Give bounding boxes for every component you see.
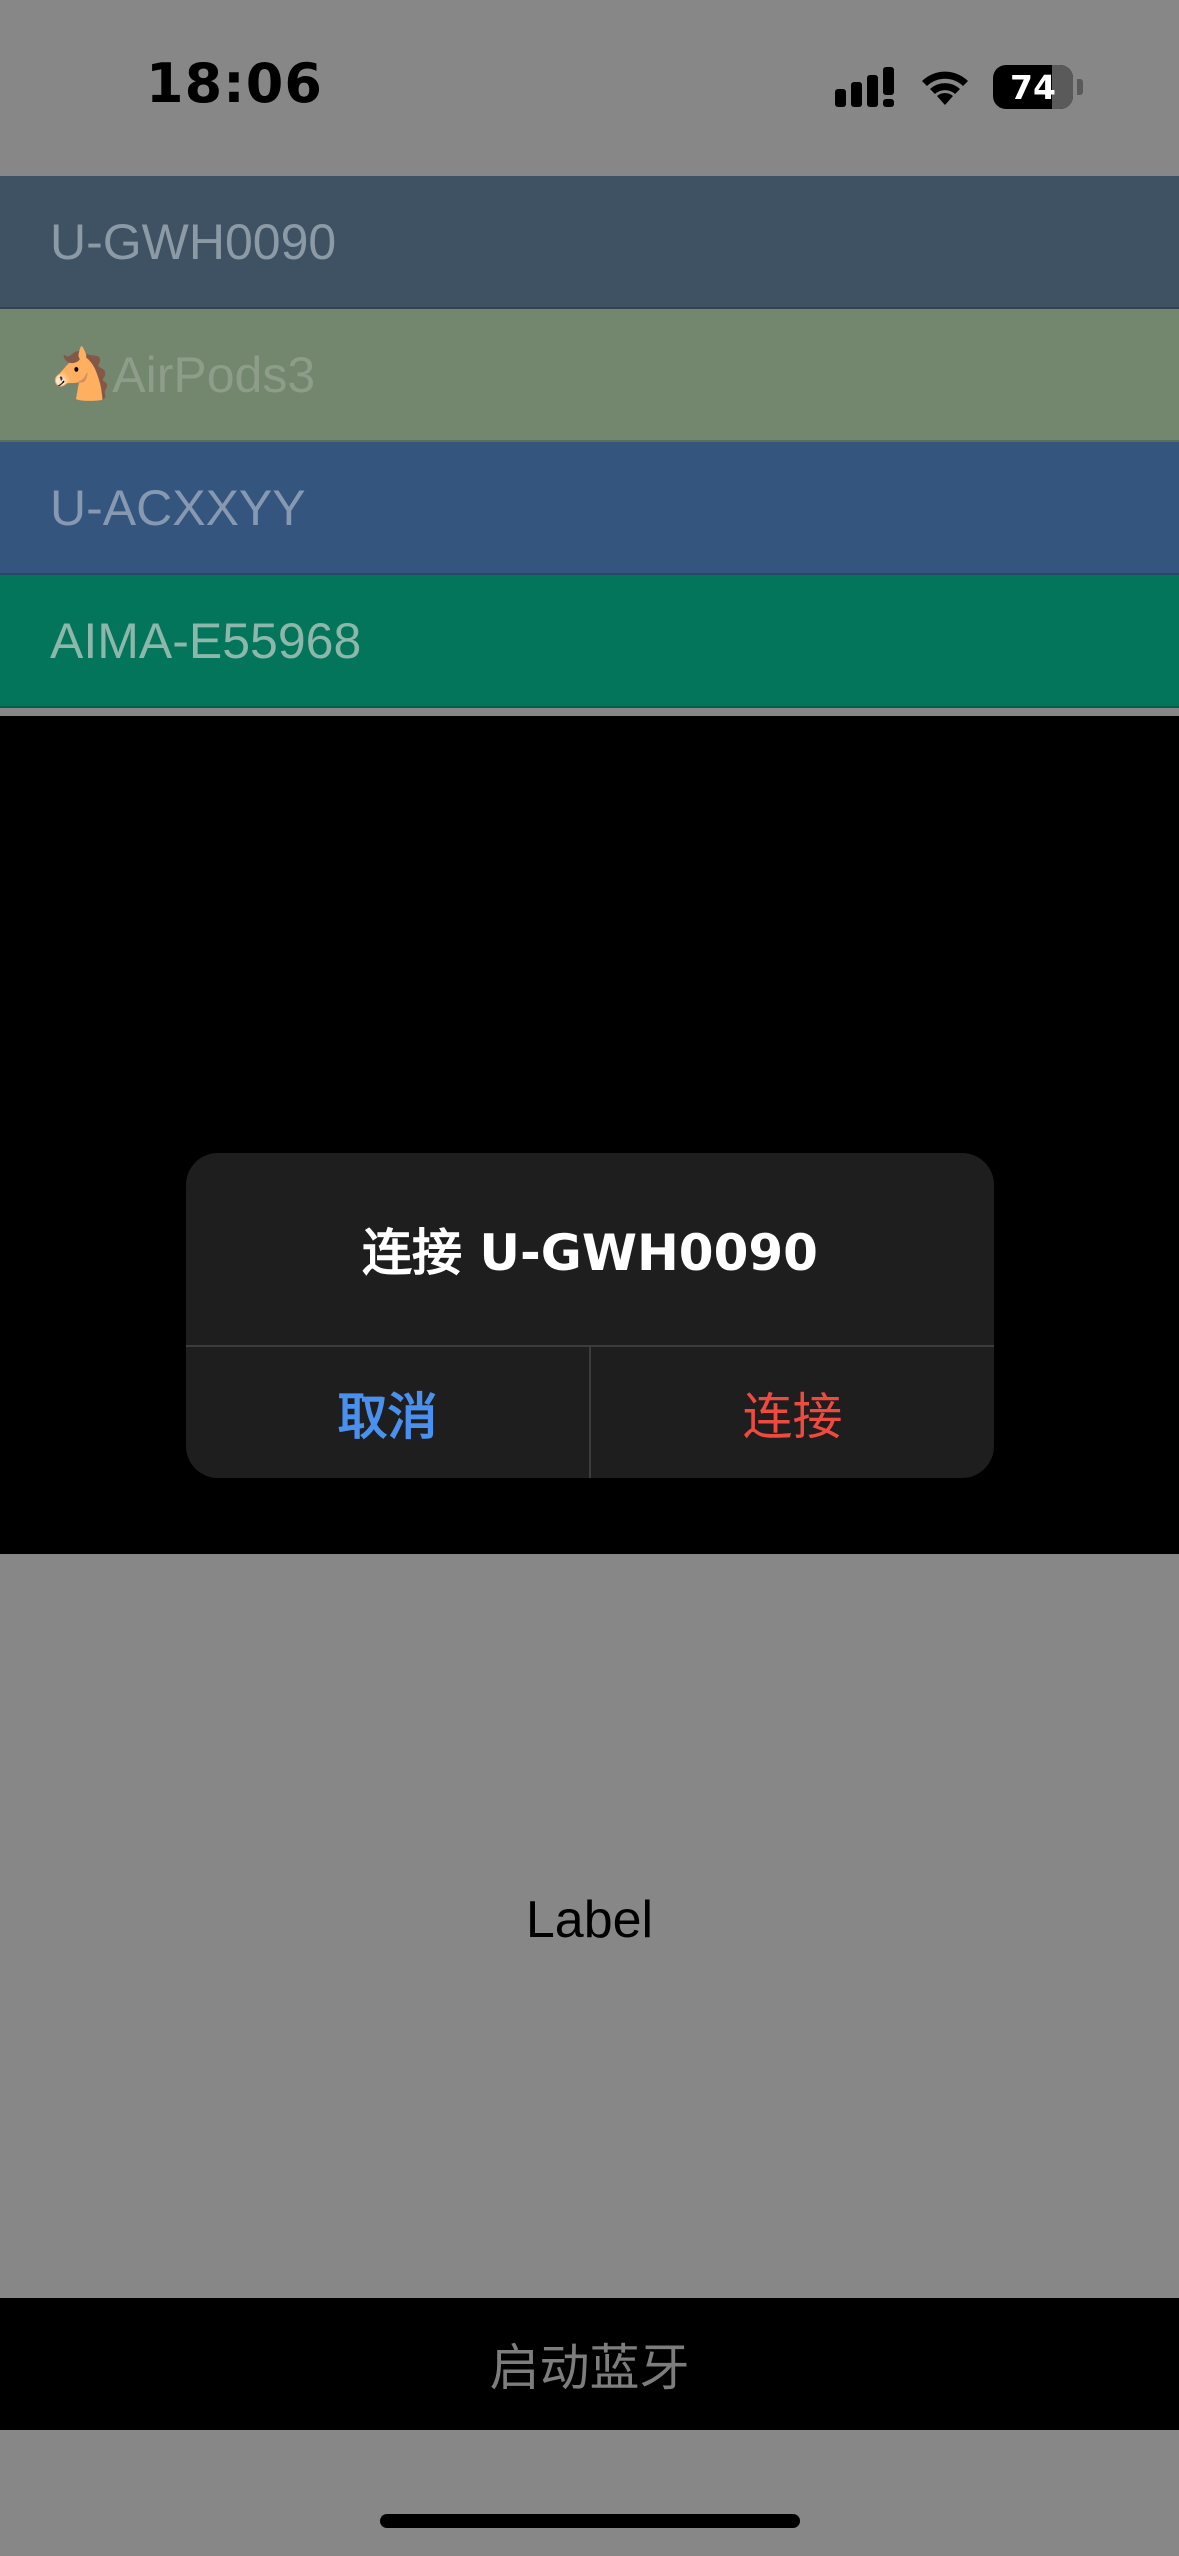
device-row[interactable]: 🐴 AirPods3 bbox=[0, 309, 1179, 442]
main-label: Label bbox=[525, 1891, 654, 1949]
device-row[interactable]: U-ACXXYY bbox=[0, 442, 1179, 575]
device-name: AirPods3 bbox=[112, 346, 316, 403]
app-screen: 18:06 74 U-GWH0090 🐴 AirPods3 U-ACXXYY A… bbox=[0, 0, 1179, 2556]
status-time: 18:06 bbox=[146, 52, 323, 115]
status-icons: 74 bbox=[835, 60, 1083, 114]
wifi-icon bbox=[922, 71, 968, 105]
status-bar: 18:06 74 bbox=[0, 0, 1179, 176]
cancel-button[interactable]: 取消 bbox=[186, 1347, 589, 1478]
cellular-signal-icon bbox=[835, 67, 894, 107]
battery-cap bbox=[1077, 79, 1083, 95]
device-row[interactable]: U-GWH0090 bbox=[0, 176, 1179, 309]
device-name: U-GWH0090 bbox=[50, 213, 337, 270]
device-row[interactable]: AIMA-E55968 bbox=[0, 575, 1179, 708]
device-emoji-icon: 🐴 bbox=[50, 346, 113, 402]
battery-icon: 74 bbox=[993, 65, 1073, 109]
alert-title: 连接 U-GWH0090 bbox=[362, 1224, 818, 1282]
start-bluetooth-button[interactable]: 启动蓝牙 bbox=[0, 2298, 1179, 2430]
device-name: AIMA-E55968 bbox=[50, 612, 362, 669]
device-name: U-ACXXYY bbox=[50, 479, 306, 536]
connect-alert: 连接 U-GWH0090 取消 连接 bbox=[186, 1153, 994, 1478]
connect-button[interactable]: 连接 bbox=[591, 1347, 994, 1478]
home-indicator[interactable] bbox=[380, 2514, 800, 2528]
device-list: U-GWH0090 🐴 AirPods3 U-ACXXYY AIMA-E5596… bbox=[0, 176, 1179, 708]
battery-level: 74 bbox=[1010, 67, 1056, 107]
